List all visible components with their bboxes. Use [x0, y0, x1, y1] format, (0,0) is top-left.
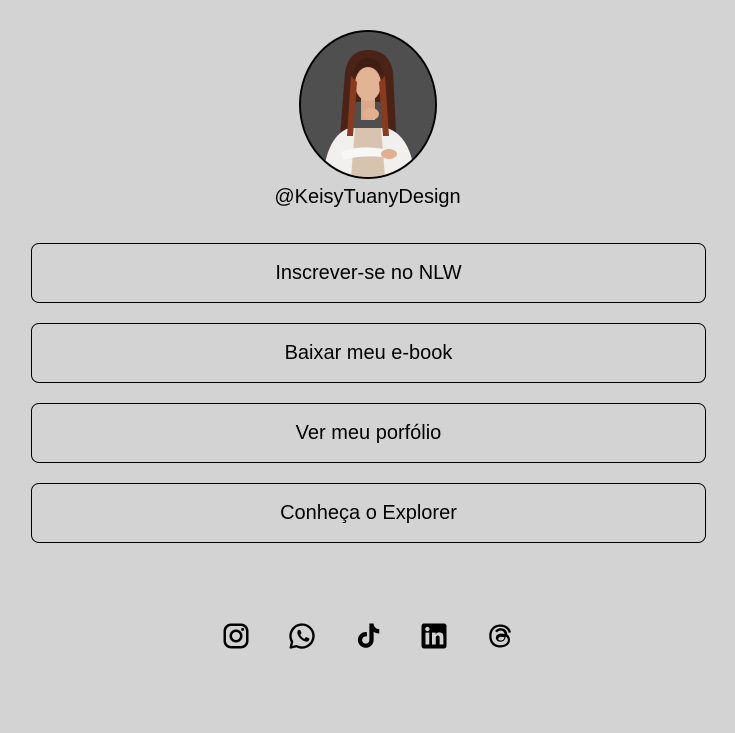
linkedin-link[interactable] — [418, 620, 450, 652]
instagram-icon — [223, 623, 248, 649]
tiktok-icon — [357, 623, 379, 648]
link-button-nlw[interactable]: Inscrever-se no NLW — [31, 243, 706, 303]
link-button-explorer[interactable]: Conheça o Explorer — [31, 483, 706, 543]
linkedin-icon — [421, 623, 446, 649]
avatar-photo — [300, 32, 435, 177]
social-links — [0, 620, 735, 652]
avatar — [298, 30, 437, 179]
whatsapp-link[interactable] — [286, 620, 318, 652]
profile-header: @KeisyTuanyDesign — [0, 30, 735, 209]
link-list: Inscrever-se no NLW Baixar meu e-book Ve… — [31, 243, 706, 563]
link-button-portfolio[interactable]: Ver meu porfólio — [31, 403, 706, 463]
threads-icon — [488, 624, 511, 648]
profile-handle: @KeisyTuanyDesign — [274, 186, 461, 208]
link-button-ebook[interactable]: Baixar meu e-book — [31, 323, 706, 383]
threads-link[interactable] — [484, 620, 516, 652]
whatsapp-icon — [288, 623, 315, 649]
instagram-link[interactable] — [220, 620, 252, 652]
tiktok-link[interactable] — [352, 620, 384, 652]
